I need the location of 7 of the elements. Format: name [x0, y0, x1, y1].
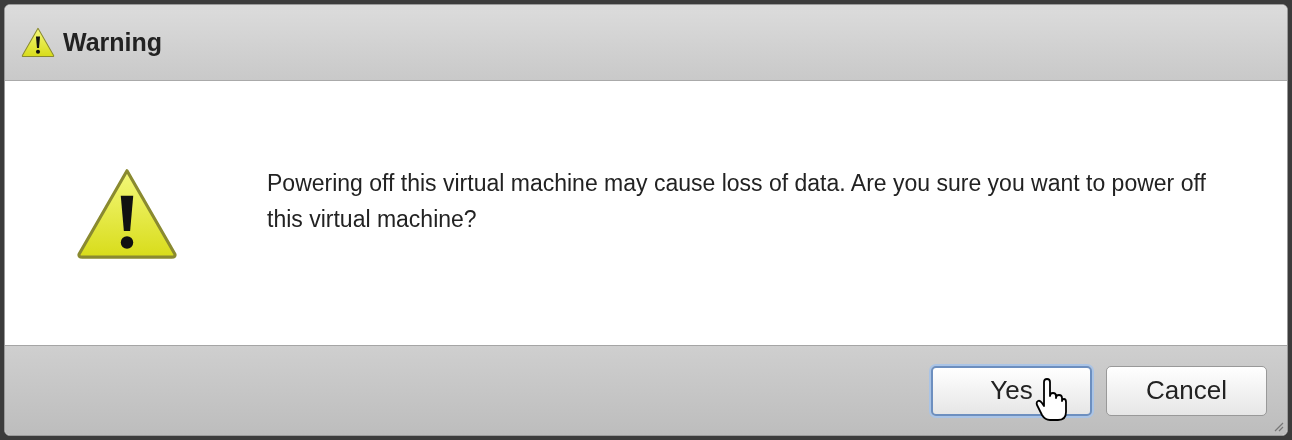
- resize-grip-icon[interactable]: [1274, 422, 1284, 432]
- dialog-button[interactable]: Yes: [931, 365, 1092, 416]
- warning-icon: [21, 27, 55, 58]
- warning-message: Powering off this virtual machine may cause loss of data. Are you sure you want to power off this virtual machine?: [267, 169, 1207, 234]
- dialog-button[interactable]: Cancel: [1106, 365, 1267, 416]
- hand-cursor-icon: [1035, 378, 1067, 422]
- window-title: Warning: [63, 26, 163, 58]
